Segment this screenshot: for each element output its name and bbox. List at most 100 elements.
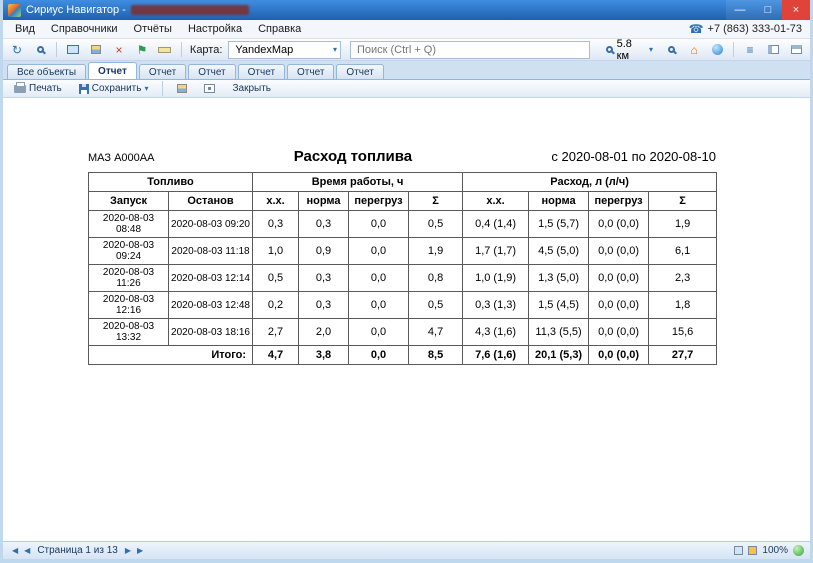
report-header: МАЗ A000AA Расход топлива с 2020-08-01 п…	[88, 148, 716, 165]
total-value: 20,1 (5,3)	[529, 346, 589, 365]
maximize-button[interactable]: □	[754, 0, 782, 20]
col-header: х.х.	[463, 192, 529, 211]
flag-button[interactable]: ⚑	[132, 41, 152, 59]
cell-value: 1,0 (1,9)	[463, 265, 529, 292]
cell-value: 1,8	[649, 292, 717, 319]
first-page-button[interactable]: ◀	[9, 546, 21, 555]
toolbar-separator	[733, 42, 734, 57]
cell-value: 0,5	[409, 292, 463, 319]
cell-value: 1,9	[649, 211, 717, 238]
chevron-down-icon: ▾	[144, 85, 148, 93]
menu-item-nastroyka[interactable]: Настройка	[180, 21, 250, 37]
group-header-worktime: Время работы, ч	[253, 173, 463, 192]
export-button[interactable]	[171, 82, 193, 95]
table-column-header-row: Запуск Останов х.х. норма перегруз Σ х.х…	[89, 192, 717, 211]
cell-value: 0,3	[253, 211, 299, 238]
menu-item-spravka[interactable]: Справка	[250, 21, 309, 37]
total-value: 0,0	[349, 346, 409, 365]
col-header: Σ	[649, 192, 717, 211]
tab-report-active[interactable]: Отчет	[88, 62, 137, 79]
cell-value: 0,4 (1,4)	[463, 211, 529, 238]
fit-page-icon	[204, 84, 215, 93]
cell-value: 0,3 (1,3)	[463, 292, 529, 319]
list-button[interactable]: ≡	[740, 41, 760, 59]
cell-value: 4,7	[409, 319, 463, 346]
toolbar-separator	[162, 81, 163, 96]
table-group-header-row: Топливо Время работы, ч Расход, л (л/ч)	[89, 173, 717, 192]
search-input[interactable]	[357, 44, 583, 56]
cell-value: 0,5	[253, 265, 299, 292]
tab-report-4[interactable]: Отчет	[238, 64, 285, 79]
table-row: 2020-08-03 09:242020-08-03 11:181,00,90,…	[89, 238, 717, 265]
print-button[interactable]: Печать	[8, 81, 68, 96]
menu-item-spravochniki[interactable]: Справочники	[43, 21, 126, 37]
window-grid-button[interactable]	[786, 41, 806, 59]
prev-page-button[interactable]: ◀	[21, 546, 33, 555]
cell-value: 11,3 (5,5)	[529, 319, 589, 346]
phone-number: +7 (863) 333-01-73	[708, 23, 802, 35]
window-grid-icon	[791, 45, 802, 54]
cell-value: 0,0	[349, 265, 409, 292]
list-icon: ≡	[747, 44, 754, 56]
minimize-button[interactable]: —	[726, 0, 754, 20]
cell-value: 1,9	[409, 238, 463, 265]
cell-value: 0,0	[349, 319, 409, 346]
col-header: Останов	[169, 192, 253, 211]
export-icon	[177, 84, 187, 93]
cell-time: 2020-08-03 12:16	[89, 292, 169, 319]
close-report-button[interactable]: Закрыть	[226, 81, 277, 96]
vehicle-label: МАЗ A000AA	[88, 152, 154, 164]
cell-value: 0,0	[349, 292, 409, 319]
chevron-down-icon: ▾	[649, 46, 653, 54]
total-value: 7,6 (1,6)	[463, 346, 529, 365]
save-button[interactable]: Сохранить ▾	[73, 81, 155, 96]
next-page-button[interactable]: ▶	[122, 546, 134, 555]
main-toolbar: ↻ × ⚑ Карта: YandexMap ▾	[3, 39, 810, 61]
globe-icon	[712, 44, 723, 55]
col-header: норма	[529, 192, 589, 211]
monitor-icon	[67, 45, 79, 54]
map-select-value: YandexMap	[235, 44, 293, 56]
close-button[interactable]: ×	[782, 0, 810, 20]
menu-item-otchety[interactable]: Отчёты	[126, 21, 180, 37]
cell-value: 0,0 (0,0)	[589, 319, 649, 346]
report-page: МАЗ A000AA Расход топлива с 2020-08-01 п…	[88, 98, 716, 365]
tab-report-5[interactable]: Отчет	[287, 64, 334, 79]
scale-control[interactable]: 5.8 км ▾	[601, 41, 658, 59]
home-button[interactable]: ⌂	[684, 41, 704, 59]
cell-time: 2020-08-03 09:20	[169, 211, 253, 238]
search-track-button[interactable]	[30, 41, 50, 59]
cell-value: 0,3	[299, 265, 349, 292]
page-width-icon[interactable]	[748, 546, 757, 555]
refresh-button[interactable]: ↻	[7, 41, 27, 59]
tab-report-2[interactable]: Отчет	[139, 64, 186, 79]
cell-value: 0,3	[299, 211, 349, 238]
last-page-button[interactable]: ▶	[134, 546, 146, 555]
window-split-button[interactable]	[763, 41, 783, 59]
ruler-button[interactable]	[155, 41, 175, 59]
monitor-button[interactable]	[63, 41, 83, 59]
layers-button[interactable]	[86, 41, 106, 59]
globe-button[interactable]	[707, 41, 727, 59]
cell-value: 4,5 (5,0)	[529, 238, 589, 265]
flag-icon: ⚑	[137, 44, 148, 56]
zoom-button[interactable]	[661, 41, 681, 59]
report-toolbar: Печать Сохранить ▾ Закрыть	[3, 80, 810, 98]
fit-page-button[interactable]	[198, 82, 221, 95]
report-table: Топливо Время работы, ч Расход, л (л/ч) …	[88, 172, 717, 365]
map-select[interactable]: YandexMap ▾	[228, 41, 341, 59]
window-controls: — □ ×	[726, 0, 810, 20]
col-header: перегруз	[589, 192, 649, 211]
menu-item-vid[interactable]: Вид	[7, 21, 43, 37]
table-row: 2020-08-03 11:262020-08-03 12:140,50,30,…	[89, 265, 717, 292]
tab-all-objects[interactable]: Все объекты	[7, 64, 86, 79]
refresh-icon: ↻	[12, 44, 22, 56]
tab-report-3[interactable]: Отчет	[188, 64, 235, 79]
status-indicator-icon	[793, 545, 804, 556]
chevron-down-icon: ▾	[333, 46, 337, 54]
search-box[interactable]	[350, 41, 590, 59]
page-layout-icon[interactable]	[734, 546, 743, 555]
cell-time: 2020-08-03 11:26	[89, 265, 169, 292]
tab-report-6[interactable]: Отчет	[336, 64, 383, 79]
clear-button[interactable]: ×	[109, 41, 129, 59]
